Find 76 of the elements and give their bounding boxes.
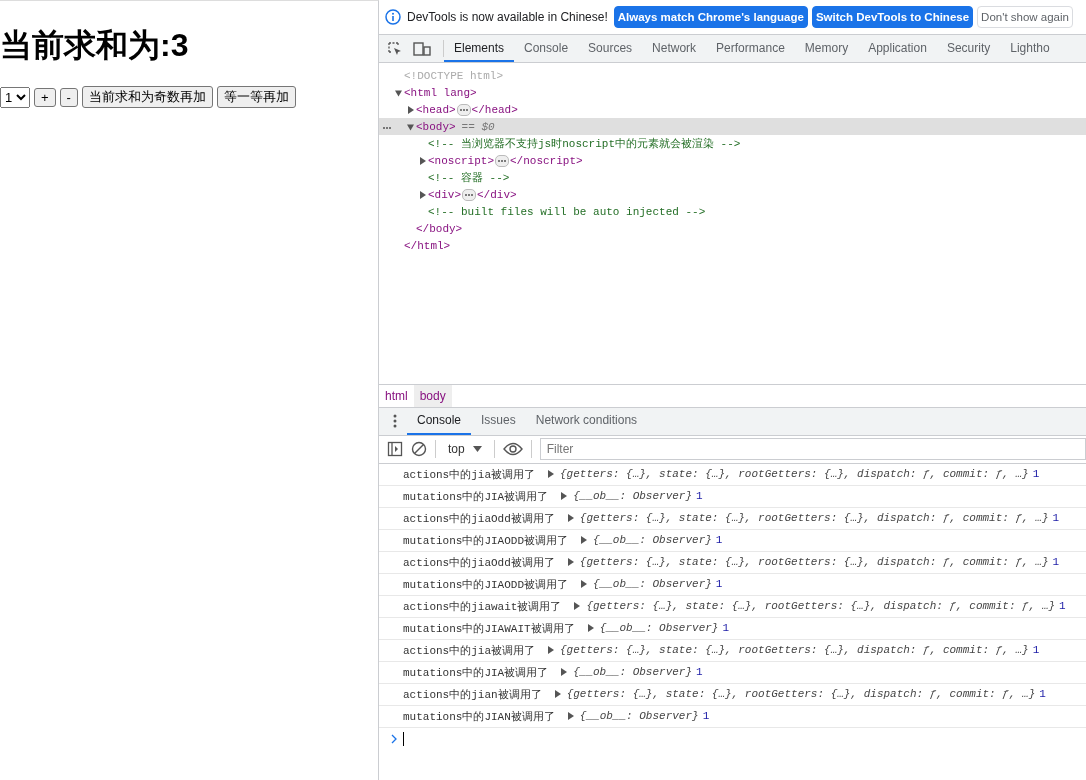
object-preview[interactable]: {getters: {…}, state: {…}, rootGetters: {…}, dispatch: ƒ, commit: ƒ, …} <box>579 556 1049 568</box>
panel-tab[interactable]: Network <box>642 35 707 62</box>
log-value: 1 <box>1052 512 1060 524</box>
element-open-tag[interactable]: <head> <box>416 103 456 116</box>
log-message: actions中的jia被调用了 <box>403 467 535 482</box>
panel-tab[interactable]: Sources <box>578 35 643 62</box>
comment-node[interactable]: <!-- built files will be auto injected --> <box>428 205 706 218</box>
panel-tab[interactable]: Memory <box>794 35 859 62</box>
element-close-tag[interactable]: </noscript> <box>510 154 583 167</box>
banner-button[interactable]: Switch DevTools to Chinese <box>811 6 974 28</box>
object-preview[interactable]: {__ob__: Observer} <box>599 622 719 634</box>
object-preview[interactable]: {getters: {…}, state: {…}, rootGetters: {…}, dispatch: ƒ, commit: ƒ, …} <box>579 512 1049 524</box>
object-preview[interactable]: {__ob__: Observer} <box>573 666 693 678</box>
element-close-tag[interactable]: </div> <box>477 188 517 201</box>
object-preview[interactable]: {__ob__: Observer} <box>579 710 699 722</box>
log-value: 1 <box>715 578 723 590</box>
log-value: 1 <box>1052 556 1060 568</box>
object-preview[interactable]: {__ob__: Observer} <box>593 534 712 546</box>
action-button[interactable]: 当前求和为奇数再加 <box>81 86 213 108</box>
element-open-tag[interactable]: <div> <box>428 188 461 201</box>
log-value: 1 <box>1039 688 1046 700</box>
log-message: mutations中的JIAN被调用了 <box>403 709 555 724</box>
banner-message: DevTools is now available in Chinese! <box>407 10 608 24</box>
log-value: 1 <box>722 622 730 634</box>
element-open-tag[interactable]: <html lang> <box>404 86 477 99</box>
drawer-tab[interactable]: Console <box>407 407 472 435</box>
object-preview[interactable]: {getters: {…}, state: {…}, rootGetters: {…}, dispatch: ƒ, commit: ƒ, …} <box>560 468 1029 480</box>
object-preview[interactable]: {getters: {…}, state: {…}, rootGetters: {…}, dispatch: ƒ, commit: ƒ, …} <box>566 688 1036 700</box>
panel-tab[interactable]: Elements <box>444 35 515 62</box>
breadcrumb[interactable]: html <box>379 384 414 407</box>
log-value: 1 <box>702 710 710 722</box>
panel-tab[interactable]: Performance <box>706 35 795 62</box>
element-close-tag[interactable]: </head> <box>471 103 518 116</box>
object-preview[interactable]: {getters: {…}, state: {…}, rootGetters: {…}, dispatch: ƒ, commit: ƒ, …} <box>560 644 1029 656</box>
log-value: 1 <box>696 666 703 678</box>
log-message: actions中的jian被调用了 <box>403 687 542 702</box>
log-message: actions中的jiawait被调用了 <box>403 599 562 614</box>
panel-tab[interactable]: Security <box>936 35 1001 62</box>
log-value: 1 <box>1032 468 1040 480</box>
comment-node[interactable]: <!-- 当浏览器不支持js时noscript中的元素就会被渲染 --> <box>428 136 741 151</box>
banner-button[interactable]: Always match Chrome's language <box>613 6 808 28</box>
context-dropdown[interactable]: top <box>444 442 486 456</box>
log-message: actions中的jiaOdd被调用了 <box>403 511 555 526</box>
element-close-tag[interactable]: </body> <box>416 222 463 235</box>
log-message: actions中的jia被调用了 <box>403 643 535 658</box>
action-button[interactable]: 等一等再加 <box>216 86 296 108</box>
panel-tab[interactable]: Lightho <box>1000 35 1060 62</box>
log-message: mutations中的JIAODD被调用了 <box>403 533 569 548</box>
log-value: 1 <box>715 534 723 546</box>
comment-node[interactable]: <!-- 容器 --> <box>428 170 510 185</box>
element-open-tag[interactable]: <noscript> <box>428 154 494 167</box>
number-select[interactable]: 1 <box>0 86 30 108</box>
log-value: 1 <box>696 490 703 502</box>
object-preview[interactable]: {__ob__: Observer} <box>593 578 712 590</box>
object-preview[interactable]: {__ob__: Observer} <box>573 490 693 502</box>
filter-field[interactable]: Filter <box>539 438 1086 460</box>
sum-heading: 当前求和为:3 <box>0 26 190 65</box>
log-message: mutations中的JIA被调用了 <box>403 665 549 680</box>
action-button[interactable]: + <box>34 87 56 107</box>
object-preview[interactable]: {getters: {…}, state: {…}, rootGetters: {…}, dispatch: ƒ, commit: ƒ, …} <box>586 600 1056 612</box>
element-close-tag[interactable]: </html> <box>404 239 451 252</box>
drawer-tab[interactable]: Issues <box>471 407 526 435</box>
panel-tab[interactable]: Console <box>514 35 579 62</box>
breadcrumb[interactable]: body <box>413 384 452 407</box>
drawer-tab[interactable]: Network conditions <box>525 407 648 435</box>
log-message: actions中的jiaOdd被调用了 <box>403 555 555 570</box>
log-message: mutations中的JIAODD被调用了 <box>403 577 569 592</box>
log-message: mutations中的JIAWAIT被调用了 <box>403 621 575 636</box>
log-value: 1 <box>1032 644 1040 656</box>
selected-node-marker: == $0 <box>461 120 495 133</box>
element-open-tag[interactable]: <body> <box>416 120 456 133</box>
log-message: mutations中的JIA被调用了 <box>403 489 549 504</box>
action-button[interactable]: - <box>59 87 78 107</box>
banner-button[interactable]: Don't show again <box>977 6 1073 28</box>
log-value: 1 <box>1059 600 1066 612</box>
panel-tab[interactable]: Application <box>858 35 937 62</box>
